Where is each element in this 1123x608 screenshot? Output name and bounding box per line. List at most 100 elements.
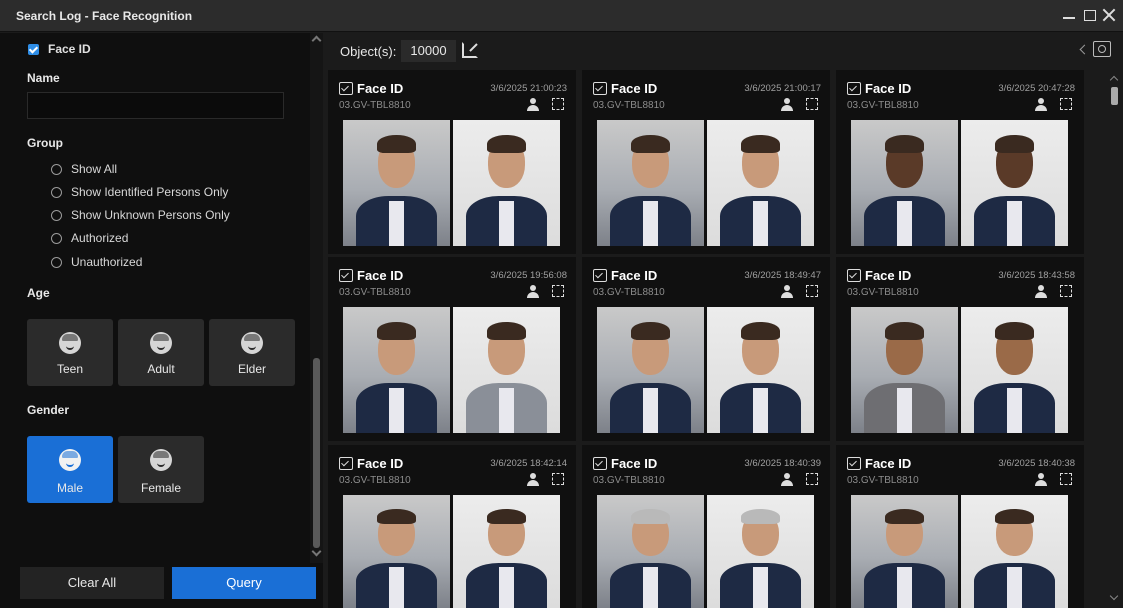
person-icon[interactable] <box>527 285 539 298</box>
face-id-icon <box>593 82 607 95</box>
result-card[interactable]: Face ID 3/6/2025 18:40:38 03.GV-TBL8810 <box>836 445 1084 608</box>
result-card[interactable]: Face ID 3/6/2025 18:43:58 03.GV-TBL8810 <box>836 257 1084 441</box>
face-snapshot <box>453 307 560 433</box>
card-title-text: Face ID <box>357 456 404 471</box>
age-elder-label: Elder <box>237 362 266 376</box>
face-id-icon <box>339 269 353 282</box>
card-title: Face ID <box>847 456 911 471</box>
card-timestamp: 3/6/2025 20:47:28 <box>998 83 1075 94</box>
expand-icon[interactable] <box>552 473 564 485</box>
scene-snapshot <box>597 307 704 433</box>
card-camera: 03.GV-TBL8810 <box>339 100 411 111</box>
person-icon[interactable] <box>527 98 539 111</box>
scene-snapshot <box>597 120 704 246</box>
age-adult-button[interactable]: Adult <box>118 319 204 386</box>
group-option-identified[interactable]: Show Identified Persons Only <box>51 185 228 199</box>
result-card[interactable]: Face ID 3/6/2025 21:00:23 03.GV-TBL8810 <box>328 70 576 254</box>
card-title-text: Face ID <box>865 81 912 96</box>
card-camera: 03.GV-TBL8810 <box>593 100 665 111</box>
expand-icon[interactable] <box>1060 285 1072 297</box>
gender-female-button[interactable]: Female <box>118 436 204 503</box>
scene-snapshot <box>343 495 450 608</box>
person-icon[interactable] <box>781 473 793 486</box>
name-heading: Name <box>27 71 60 85</box>
query-button[interactable]: Query <box>172 567 316 599</box>
expand-icon[interactable] <box>806 285 818 297</box>
card-title: Face ID <box>593 268 657 283</box>
scroll-thumb[interactable] <box>1111 87 1118 105</box>
card-title-text: Face ID <box>357 81 404 96</box>
group-option-unauthorized[interactable]: Unauthorized <box>51 255 142 269</box>
male-face-icon <box>59 449 81 471</box>
expand-icon[interactable] <box>1060 98 1072 110</box>
scroll-up-icon[interactable] <box>1109 75 1119 85</box>
gender-male-button[interactable]: Male <box>27 436 113 503</box>
scene-snapshot <box>597 495 704 608</box>
close-icon[interactable] <box>1101 6 1117 24</box>
age-elder-button[interactable]: Elder <box>209 319 295 386</box>
group-option-authorized[interactable]: Authorized <box>51 231 128 245</box>
expand-icon[interactable] <box>1060 473 1072 485</box>
card-timestamp: 3/6/2025 21:00:17 <box>744 83 821 94</box>
card-timestamp: 3/6/2025 18:42:14 <box>490 458 567 469</box>
collapse-arrow-icon[interactable] <box>1079 44 1090 55</box>
result-card[interactable]: Face ID 3/6/2025 18:49:47 03.GV-TBL8810 <box>582 257 830 441</box>
expand-icon[interactable] <box>806 98 818 110</box>
result-card[interactable]: Face ID 3/6/2025 18:40:39 03.GV-TBL8810 <box>582 445 830 608</box>
person-icon[interactable] <box>527 473 539 486</box>
face-snapshot <box>707 307 814 433</box>
face-id-icon <box>847 82 861 95</box>
face-snapshot <box>961 495 1068 608</box>
face-id-icon <box>847 269 861 282</box>
scroll-down-icon[interactable] <box>311 546 322 557</box>
filter-scrollbar[interactable] <box>310 33 323 563</box>
card-title-text: Face ID <box>865 456 912 471</box>
group-option-show-all[interactable]: Show All <box>51 162 117 176</box>
scene-snapshot <box>343 120 450 246</box>
scroll-down-icon[interactable] <box>1109 591 1119 601</box>
result-card[interactable]: Face ID 3/6/2025 20:47:28 03.GV-TBL8810 <box>836 70 1084 254</box>
result-card[interactable]: Face ID 3/6/2025 18:42:14 03.GV-TBL8810 <box>328 445 576 608</box>
radio-icon[interactable] <box>51 186 62 198</box>
scroll-thumb[interactable] <box>313 358 320 548</box>
group-option-unknown[interactable]: Show Unknown Persons Only <box>51 208 230 222</box>
person-icon[interactable] <box>1035 98 1047 111</box>
card-camera: 03.GV-TBL8810 <box>847 100 919 111</box>
card-camera: 03.GV-TBL8810 <box>593 475 665 486</box>
person-icon[interactable] <box>1035 473 1047 486</box>
clear-all-button[interactable]: Clear All <box>20 567 164 599</box>
age-teen-button[interactable]: Teen <box>27 319 113 386</box>
snapshot-icon[interactable] <box>1093 41 1111 57</box>
radio-icon[interactable] <box>51 209 62 221</box>
result-card[interactable]: Face ID 3/6/2025 19:56:08 03.GV-TBL8810 <box>328 257 576 441</box>
card-title: Face ID <box>339 456 403 471</box>
name-input[interactable] <box>27 92 284 119</box>
person-icon[interactable] <box>781 285 793 298</box>
expand-icon[interactable] <box>806 473 818 485</box>
person-icon[interactable] <box>781 98 793 111</box>
scene-snapshot <box>851 120 958 246</box>
gender-male-label: Male <box>56 481 83 495</box>
face-id-icon <box>593 269 607 282</box>
group-option-label: Show Unknown Persons Only <box>71 208 230 222</box>
card-camera: 03.GV-TBL8810 <box>339 287 411 298</box>
age-teen-label: Teen <box>56 362 84 376</box>
expand-icon[interactable] <box>552 285 564 297</box>
person-icon[interactable] <box>1035 285 1047 298</box>
scroll-up-icon[interactable] <box>311 35 322 46</box>
face-snapshot <box>707 120 814 246</box>
radio-icon[interactable] <box>51 163 62 175</box>
minimize-icon[interactable] <box>1061 6 1077 24</box>
radio-icon[interactable] <box>51 232 62 244</box>
face-id-checkbox[interactable] <box>28 44 39 55</box>
scene-snapshot <box>851 495 958 608</box>
results-scrollbar[interactable] <box>1107 73 1121 603</box>
result-card[interactable]: Face ID 3/6/2025 21:00:17 03.GV-TBL8810 <box>582 70 830 254</box>
radio-icon[interactable] <box>51 256 62 268</box>
expand-icon[interactable] <box>552 98 564 110</box>
group-heading: Group <box>27 136 63 150</box>
export-icon[interactable] <box>462 42 478 58</box>
card-camera: 03.GV-TBL8810 <box>847 475 919 486</box>
age-heading: Age <box>27 286 50 300</box>
maximize-icon[interactable] <box>1081 6 1097 24</box>
